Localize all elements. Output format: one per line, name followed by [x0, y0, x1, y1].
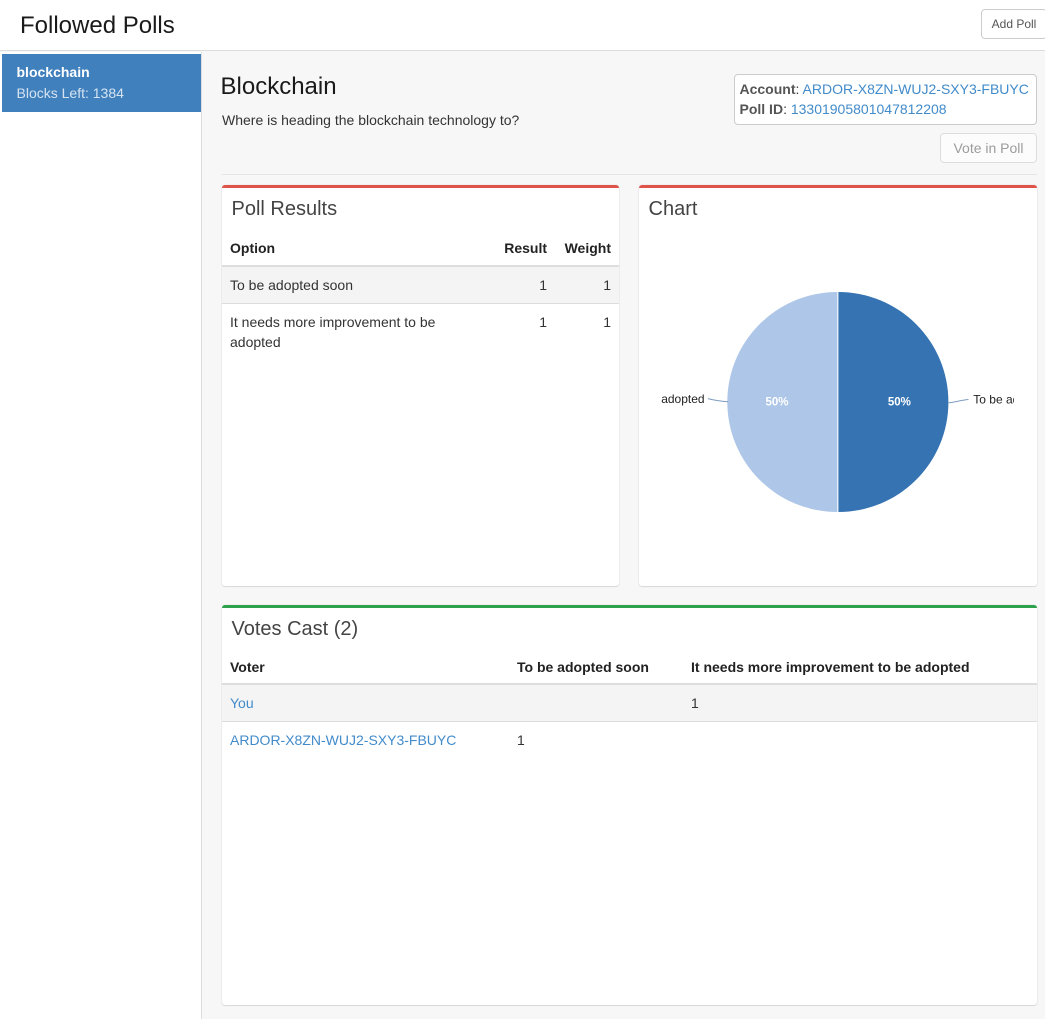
svg-text:50%: 50% — [888, 396, 911, 408]
svg-text:50%: 50% — [765, 396, 788, 408]
svg-text:adopted: adopted — [661, 392, 704, 406]
svg-text:To be adopted soon: To be adopted soon — [973, 392, 1013, 406]
